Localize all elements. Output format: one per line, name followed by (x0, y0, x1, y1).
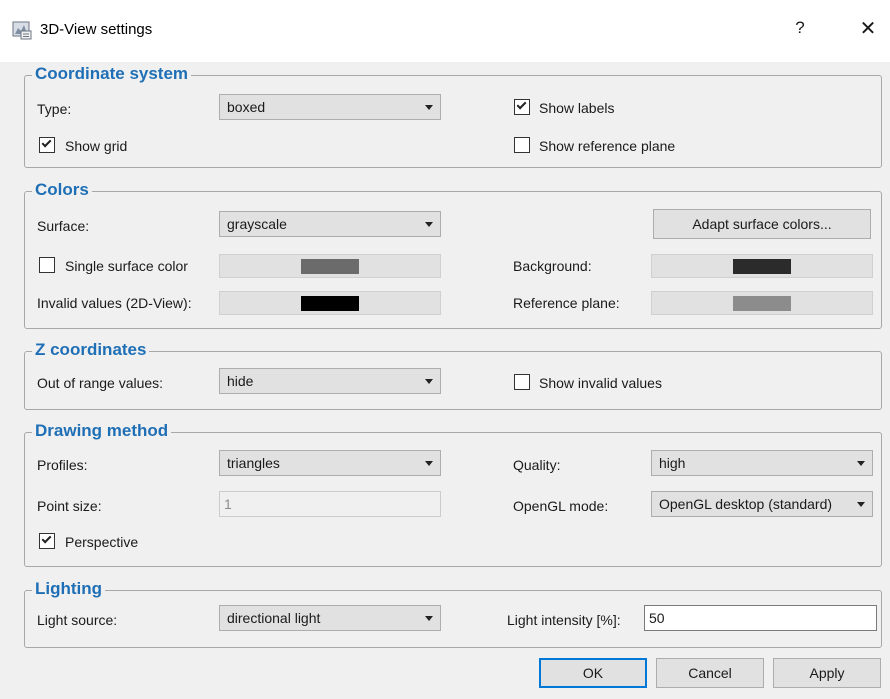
apply-button[interactable]: Apply (773, 658, 881, 688)
group-lighting: Lighting Light source: directional light… (24, 578, 882, 648)
show-reference-plane-checkbox[interactable] (514, 137, 530, 153)
type-dropdown-value: boxed (227, 99, 266, 115)
light-source-label: Light source: (37, 612, 118, 628)
group-coordinate-system: Coordinate system Type: boxed Show label… (24, 63, 882, 168)
quality-dropdown-value: high (659, 455, 686, 471)
chevron-down-icon (425, 379, 433, 384)
group-drawing-method: Drawing method Profiles: triangles Quali… (24, 420, 882, 567)
point-size-label: Point size: (37, 498, 102, 514)
show-labels-checkbox[interactable] (514, 99, 530, 115)
surface-dropdown-value: grayscale (227, 216, 287, 232)
reference-plane-label: Reference plane: (513, 295, 620, 311)
out-of-range-dropdown[interactable]: hide (219, 368, 441, 394)
chevron-down-icon (857, 461, 865, 466)
adapt-surface-colors-button[interactable]: Adapt surface colors... (653, 209, 871, 239)
light-source-dropdown[interactable]: directional light (219, 605, 441, 631)
light-source-dropdown-value: directional light (227, 610, 321, 626)
checkmark-icon (516, 99, 527, 110)
group-title-z-coordinates: Z coordinates (32, 339, 150, 361)
show-grid-label: Show grid (65, 138, 128, 154)
chevron-down-icon (425, 105, 433, 110)
invalid-values-label: Invalid values (2D-View): (37, 295, 192, 311)
profiles-dropdown[interactable]: triangles (219, 450, 441, 476)
chevron-down-icon (425, 222, 433, 227)
perspective-label: Perspective (65, 534, 139, 550)
show-reference-plane-label: Show reference plane (539, 138, 676, 154)
window-title: 3D-View settings (40, 21, 153, 38)
show-invalid-values-label: Show invalid values (539, 375, 662, 391)
title-bar: 3D-View settings ? ✕ (0, 0, 890, 62)
group-title-lighting: Lighting (32, 578, 106, 600)
dialog-body: Coordinate system Type: boxed Show label… (0, 62, 890, 699)
invalid-values-color-swatch[interactable] (219, 291, 441, 315)
group-colors: Colors Surface: grayscale Adapt surface … (24, 179, 882, 329)
surface-label: Surface: (37, 218, 90, 234)
help-button[interactable]: ? (790, 18, 810, 42)
cancel-button[interactable]: Cancel (656, 658, 764, 688)
out-of-range-label: Out of range values: (37, 375, 164, 391)
quality-dropdown[interactable]: high (651, 450, 873, 476)
perspective-checkbox[interactable] (39, 533, 55, 549)
color-chip (733, 259, 791, 274)
checkmark-icon (41, 137, 52, 148)
group-title-coordinate-system: Coordinate system (32, 63, 192, 85)
type-label: Type: (37, 101, 72, 117)
point-size-input[interactable]: 1 (219, 491, 441, 517)
single-surface-color-label: Single surface color (65, 258, 188, 274)
checkmark-icon (41, 533, 52, 544)
close-button[interactable]: ✕ (856, 16, 880, 44)
opengl-mode-dropdown-value: OpenGL desktop (standard) (659, 496, 833, 512)
background-label: Background: (513, 258, 592, 274)
profiles-label: Profiles: (37, 457, 88, 473)
single-surface-color-swatch[interactable] (219, 254, 441, 278)
chevron-down-icon (857, 502, 865, 507)
light-intensity-input[interactable]: 50 (644, 605, 877, 631)
out-of-range-dropdown-value: hide (227, 373, 254, 389)
single-surface-color-checkbox[interactable] (39, 257, 55, 273)
background-color-swatch[interactable] (651, 254, 873, 278)
type-dropdown[interactable]: boxed (219, 94, 441, 120)
group-title-colors: Colors (32, 179, 92, 201)
show-labels-label: Show labels (539, 100, 615, 116)
quality-label: Quality: (513, 457, 561, 473)
chevron-down-icon (425, 461, 433, 466)
show-invalid-values-checkbox[interactable] (514, 374, 530, 390)
profiles-dropdown-value: triangles (227, 455, 280, 471)
ok-button[interactable]: OK (539, 658, 647, 688)
group-title-drawing-method: Drawing method (32, 420, 172, 442)
surface-dropdown[interactable]: grayscale (219, 211, 441, 237)
group-z-coordinates: Z coordinates Out of range values: hide … (24, 339, 882, 410)
opengl-mode-label: OpenGL mode: (513, 498, 609, 514)
light-intensity-label: Light intensity [%]: (507, 612, 621, 628)
color-chip (301, 296, 359, 311)
opengl-mode-dropdown[interactable]: OpenGL desktop (standard) (651, 491, 873, 517)
color-chip (733, 296, 791, 311)
chevron-down-icon (425, 616, 433, 621)
reference-plane-color-swatch[interactable] (651, 291, 873, 315)
color-chip (301, 259, 359, 274)
show-grid-checkbox[interactable] (39, 137, 55, 153)
app-icon (12, 21, 32, 40)
